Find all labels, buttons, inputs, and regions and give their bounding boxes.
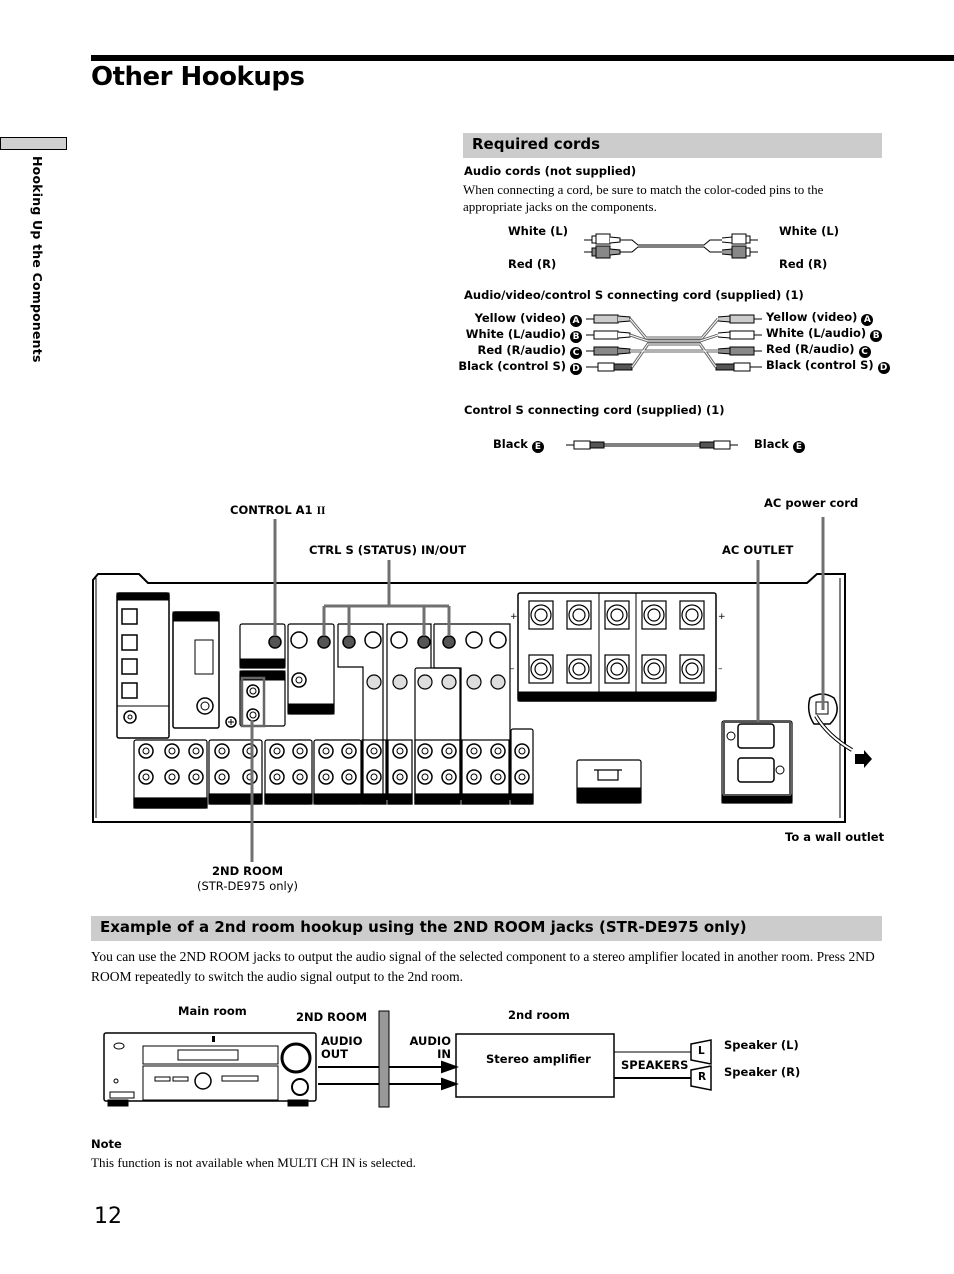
top-rule: [91, 55, 954, 61]
required-cords-heading: Required cords: [463, 133, 882, 158]
av-right-plug-b: White (L/audio) B: [766, 326, 883, 342]
audio-cord-illustration: [584, 233, 758, 259]
audio-out-line-2: OUT: [321, 1047, 348, 1061]
av-left-plug-a: Yellow (video) A: [475, 311, 582, 327]
plug-label: Red (R/audio): [766, 342, 855, 356]
wall-divider: [378, 1010, 390, 1108]
speaker-l-label: Speaker (L): [724, 1038, 799, 1052]
speakers-label: SPEAKERS: [621, 1058, 689, 1072]
av-right-plug-d: Black (control S) D: [766, 358, 890, 374]
control-a1-callout: CONTROL A1 II: [230, 503, 326, 517]
rear-panel-body: + – + –: [92, 573, 872, 823]
marker-c-icon: C: [570, 347, 582, 359]
control-s-cord-title: Control S connecting cord (supplied) (1): [464, 403, 725, 417]
speaker-r-label: Speaker (R): [724, 1065, 801, 1079]
av-left-plug-b: White (L/audio) B: [466, 327, 582, 343]
audio-left-red-label: Red (R): [508, 257, 557, 271]
plug-label: Yellow (video): [474, 311, 566, 325]
marker-b-icon: B: [570, 331, 582, 343]
control-s-left-label: Black E: [493, 437, 544, 453]
svg-text:+: +: [718, 612, 726, 622]
receiver-front-illustration: [103, 1032, 317, 1107]
marker-a-icon: A: [861, 314, 874, 326]
plug-label: Black: [493, 437, 528, 451]
second-room-jack-label: 2ND ROOM: [296, 1010, 368, 1024]
wall-outlet-callout: To a wall outlet: [785, 830, 885, 844]
plug-label: Black (control S): [458, 359, 566, 373]
speaker-l-mark: L: [698, 1045, 705, 1057]
marker-d-icon: D: [877, 362, 890, 374]
control-a1-symbol-icon: II: [316, 505, 326, 517]
ac-outlet-callout: AC OUTLET: [722, 543, 794, 557]
plug-label: Black (control S): [766, 358, 874, 372]
speaker-r-mark: R: [698, 1071, 707, 1083]
marker-e-icon: E: [531, 441, 544, 453]
note-text: This function is not available when MULT…: [91, 1155, 416, 1170]
plug-label: White (L/audio): [465, 327, 566, 341]
note-title: Note: [91, 1137, 122, 1151]
audio-in-label: AUDIO IN: [409, 1035, 452, 1061]
second-room-label: 2nd room: [508, 1008, 570, 1022]
audio-out-label: AUDIO OUT: [321, 1035, 363, 1061]
svg-text:+: +: [510, 612, 518, 622]
stereo-amplifier-label: Stereo amplifier: [486, 1052, 591, 1066]
plug-label: Yellow (video): [766, 310, 858, 324]
plug-label: Red (R/audio): [477, 343, 566, 357]
page-title: Other Hookups: [91, 62, 305, 92]
marker-b-icon: B: [870, 330, 883, 342]
svg-text:–: –: [718, 664, 723, 674]
av-left-plug-d: Black (control S) D: [458, 359, 582, 375]
av-cord-illustration: [586, 314, 762, 372]
marker-c-icon: C: [858, 346, 871, 358]
audio-cords-description: When connecting a cord, be sure to match…: [463, 182, 824, 214]
audio-in-line-2: IN: [437, 1047, 451, 1061]
audio-cords-title: Audio cords (not supplied): [464, 164, 637, 178]
main-room-label: Main room: [178, 1004, 247, 1018]
av-left-plug-c: Red (R/audio) C: [477, 343, 582, 359]
audio-right-red-label: Red (R): [779, 257, 828, 271]
side-tab-marker: [0, 137, 67, 150]
callout-label: CONTROL A1: [230, 503, 313, 517]
page-number: 12: [94, 1204, 122, 1229]
callout-label: 2ND ROOM: [211, 864, 284, 878]
svg-text:–: –: [510, 664, 515, 674]
second-room-callout: 2ND ROOM (STR-DE975 only): [195, 864, 300, 893]
av-right-plug-a: Yellow (video) A: [766, 310, 874, 326]
plug-label: White (L/audio): [766, 326, 867, 340]
example-heading: Example of a 2nd room hookup using the 2…: [91, 916, 882, 941]
audio-right-white-label: White (L): [779, 224, 839, 238]
control-s-cord-illustration: [566, 440, 738, 450]
example-description: You can use the 2ND ROOM jacks to output…: [91, 949, 875, 984]
callout-lines: [250, 517, 825, 862]
callout-note: (STR-DE975 only): [196, 879, 299, 893]
plug-label: Black: [754, 437, 789, 451]
marker-a-icon: A: [570, 315, 582, 327]
ac-power-cord-callout: AC power cord: [764, 496, 859, 510]
control-s-right-label: Black E: [754, 437, 805, 453]
audio-left-white-label: White (L): [508, 224, 568, 238]
av-cord-title: Audio/video/control S connecting cord (s…: [464, 288, 804, 302]
av-right-plug-c: Red (R/audio) C: [766, 342, 871, 358]
marker-e-icon: E: [792, 441, 805, 453]
side-tab-label: Hooking Up the Components: [30, 156, 45, 363]
marker-d-icon: D: [570, 363, 582, 375]
ctrl-s-callout: CTRL S (STATUS) IN/OUT: [309, 543, 467, 557]
